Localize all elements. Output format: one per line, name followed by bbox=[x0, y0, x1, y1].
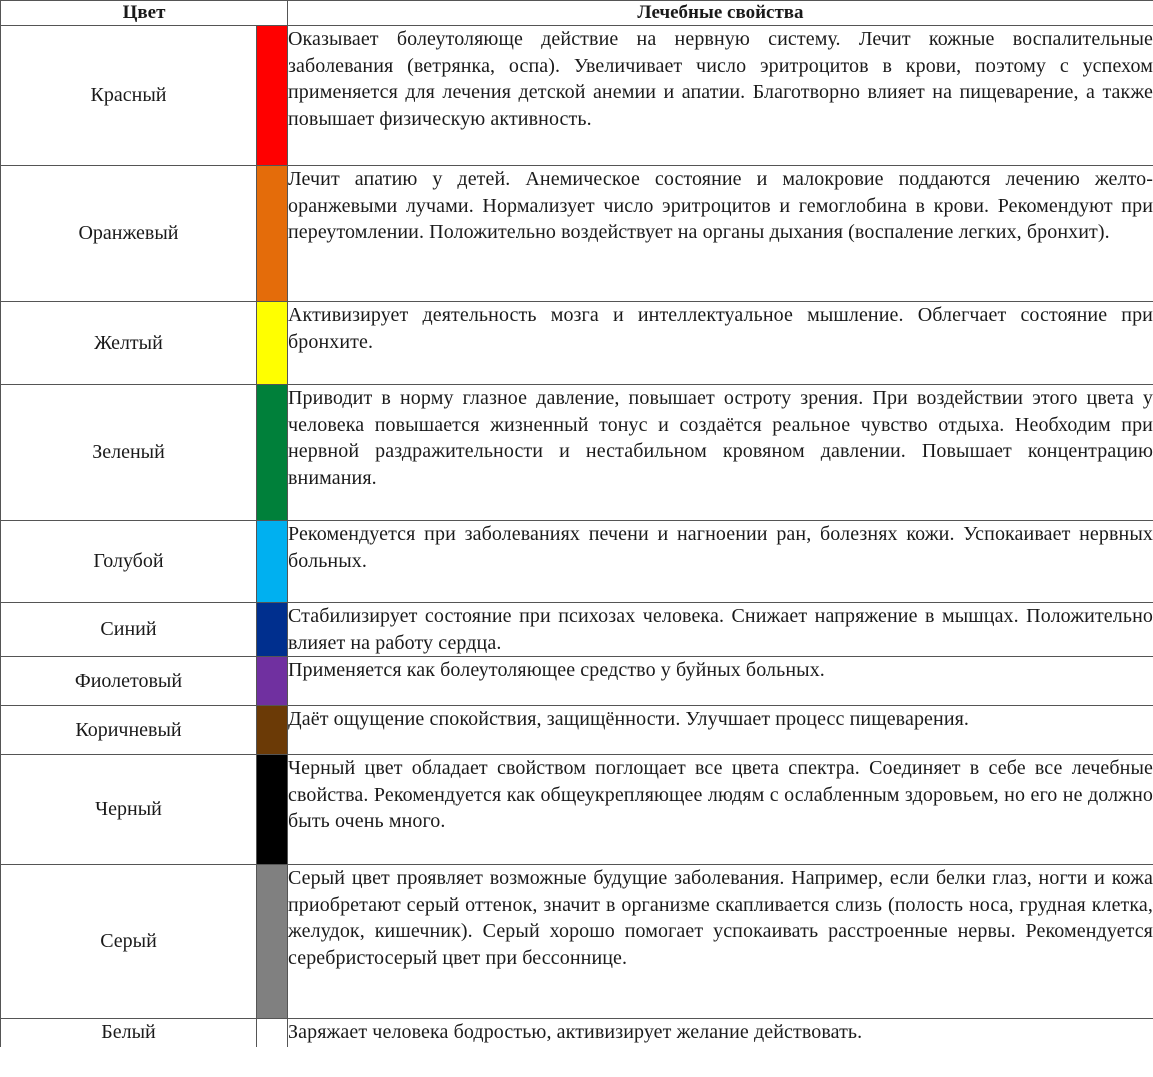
color-name: Красный bbox=[0, 25, 257, 166]
color-description: Активизирует деятельность мозга и интелл… bbox=[287, 301, 1153, 385]
header-properties: Лечебные свойства bbox=[287, 0, 1153, 26]
color-swatch bbox=[256, 1018, 288, 1047]
color-description: Стабилизирует состояние при психозах чел… bbox=[287, 602, 1153, 657]
table-row-red: Красный Оказывает болеутоляюще действие … bbox=[0, 25, 1153, 166]
color-swatch bbox=[256, 754, 288, 865]
color-description: Рекомендуется при заболеваниях печени и … bbox=[287, 520, 1153, 603]
table-row-blue: Синий Стабилизирует состояние при психоз… bbox=[0, 602, 1153, 657]
color-swatch bbox=[256, 864, 288, 1019]
color-name: Фиолетовый bbox=[0, 656, 257, 706]
color-description: Приводит в норму глазное давление, повыш… bbox=[287, 384, 1153, 521]
color-description: Оказывает болеутоляюще действие на нервн… bbox=[287, 25, 1153, 166]
color-description: Заряжает человека бодростью, активизируе… bbox=[287, 1018, 1153, 1047]
color-name: Голубой bbox=[0, 520, 257, 603]
color-swatch bbox=[256, 602, 288, 657]
color-name: Желтый bbox=[0, 301, 257, 385]
color-name: Черный bbox=[0, 754, 257, 865]
color-name: Зеленый bbox=[0, 384, 257, 521]
color-description: Черный цвет обладает свойством поглощает… bbox=[287, 754, 1153, 865]
table-row-yellow: Желтый Активизирует деятельность мозга и… bbox=[0, 301, 1153, 385]
color-name: Коричневый bbox=[0, 705, 257, 755]
table-row-light-blue: Голубой Рекомендуется при заболеваниях п… bbox=[0, 520, 1153, 603]
color-swatch bbox=[256, 705, 288, 755]
color-therapy-table: Цвет Лечебные свойства Красный Оказывает… bbox=[0, 0, 1153, 1047]
table-row-green: Зеленый Приводит в норму глазное давлени… bbox=[0, 384, 1153, 521]
table-row-orange: Оранжевый Лечит апатию у детей. Анемичес… bbox=[0, 165, 1153, 302]
color-name: Синий bbox=[0, 602, 257, 657]
color-swatch bbox=[256, 656, 288, 706]
color-name: Серый bbox=[0, 864, 257, 1019]
color-swatch bbox=[256, 301, 288, 385]
color-swatch bbox=[256, 520, 288, 603]
color-swatch bbox=[256, 165, 288, 302]
table-row-violet: Фиолетовый Применяется как болеутоляющее… bbox=[0, 656, 1153, 706]
color-name: Оранжевый bbox=[0, 165, 257, 302]
color-name: Белый bbox=[0, 1018, 257, 1047]
table-row-black: Черный Черный цвет обладает свойством по… bbox=[0, 754, 1153, 865]
table-row-gray: Серый Серый цвет проявляет возможные буд… bbox=[0, 864, 1153, 1019]
color-description: Лечит апатию у детей. Анемическое состоя… bbox=[287, 165, 1153, 302]
header-color: Цвет bbox=[0, 0, 288, 26]
table-row-brown: Коричневый Даёт ощущение спокойствия, за… bbox=[0, 705, 1153, 755]
color-description: Применяется как болеутоляющее средство у… bbox=[287, 656, 1153, 706]
color-description: Даёт ощущение спокойствия, защищённости.… bbox=[287, 705, 1153, 755]
color-swatch bbox=[256, 384, 288, 521]
header-row: Цвет Лечебные свойства bbox=[0, 0, 1153, 26]
table-row-white: Белый Заряжает человека бодростью, актив… bbox=[0, 1018, 1153, 1047]
color-description: Серый цвет проявляет возможные будущие з… bbox=[287, 864, 1153, 1019]
color-swatch bbox=[256, 25, 288, 166]
